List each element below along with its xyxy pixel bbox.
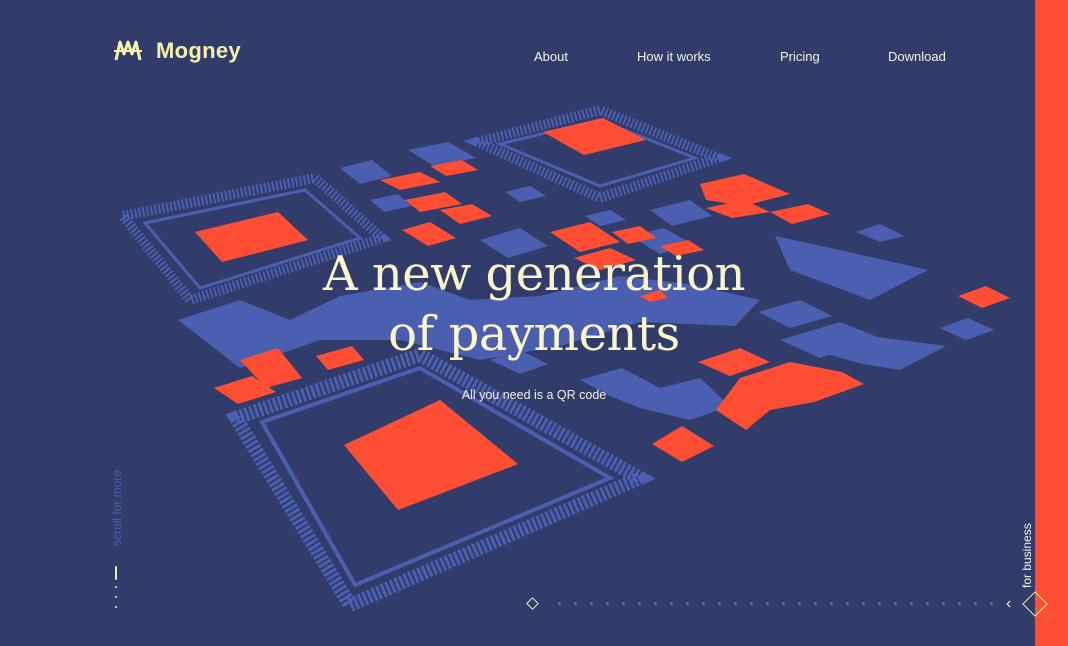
hero-headline: A new generation of payments bbox=[234, 244, 834, 364]
pager-dot[interactable] bbox=[974, 602, 977, 605]
pager-dot[interactable] bbox=[574, 602, 577, 605]
landing-page: Mogney About How it works Pricing Downlo… bbox=[0, 0, 1068, 646]
scroll-hint-label: scroll for more bbox=[110, 469, 124, 546]
pager-dot[interactable] bbox=[590, 602, 593, 605]
pager-dot[interactable] bbox=[814, 602, 817, 605]
scroll-indicator-dot bbox=[115, 586, 117, 588]
pager-dot[interactable] bbox=[750, 602, 753, 605]
slide-pager: ‹ bbox=[524, 591, 1054, 617]
pager-dot[interactable] bbox=[798, 602, 801, 605]
pager-dot[interactable] bbox=[782, 602, 785, 605]
pager-dot[interactable] bbox=[846, 602, 849, 605]
nav-download[interactable]: Download bbox=[888, 49, 946, 64]
pager-current-diamond-icon[interactable] bbox=[1022, 591, 1048, 617]
pager-start-diamond-icon[interactable] bbox=[526, 597, 539, 610]
pager-dot[interactable] bbox=[766, 602, 769, 605]
hero-headline-line-2: of payments bbox=[388, 306, 680, 362]
qr-finder-top bbox=[463, 104, 733, 204]
scroll-indicator-bar bbox=[115, 566, 117, 580]
pager-dot[interactable] bbox=[718, 602, 721, 605]
scroll-indicator-dot bbox=[115, 596, 117, 598]
pager-dot[interactable] bbox=[990, 602, 993, 605]
main-nav: About How it works Pricing Download bbox=[0, 49, 1035, 69]
for-business-link[interactable]: for business bbox=[1020, 523, 1034, 588]
pager-dot[interactable] bbox=[910, 602, 913, 605]
pager-dot[interactable] bbox=[670, 602, 673, 605]
chevron-left-icon[interactable]: ‹ bbox=[1006, 595, 1011, 613]
pager-dot[interactable] bbox=[958, 602, 961, 605]
pager-dot[interactable] bbox=[942, 602, 945, 605]
pager-dot[interactable] bbox=[702, 602, 705, 605]
hero-subline: All you need is a QR code bbox=[461, 388, 607, 402]
pager-dot[interactable] bbox=[638, 602, 641, 605]
pager-dot[interactable] bbox=[862, 602, 865, 605]
pager-dot[interactable] bbox=[622, 602, 625, 605]
pager-dot[interactable] bbox=[606, 602, 609, 605]
pager-dot[interactable] bbox=[558, 602, 561, 605]
hero-headline-line-1: A new generation bbox=[322, 246, 746, 302]
side-accent-strip bbox=[1035, 0, 1068, 646]
nav-pricing[interactable]: Pricing bbox=[780, 49, 820, 64]
nav-how-it-works[interactable]: How it works bbox=[637, 49, 711, 64]
scroll-indicator bbox=[115, 566, 119, 608]
pager-dot[interactable] bbox=[830, 602, 833, 605]
pager-dot[interactable] bbox=[926, 602, 929, 605]
scroll-indicator-dot bbox=[115, 606, 117, 608]
nav-about[interactable]: About bbox=[534, 49, 568, 64]
pager-dot[interactable] bbox=[734, 602, 737, 605]
pager-dot[interactable] bbox=[686, 602, 689, 605]
pager-dot[interactable] bbox=[894, 602, 897, 605]
pager-dot[interactable] bbox=[654, 602, 657, 605]
pager-dot[interactable] bbox=[878, 602, 881, 605]
